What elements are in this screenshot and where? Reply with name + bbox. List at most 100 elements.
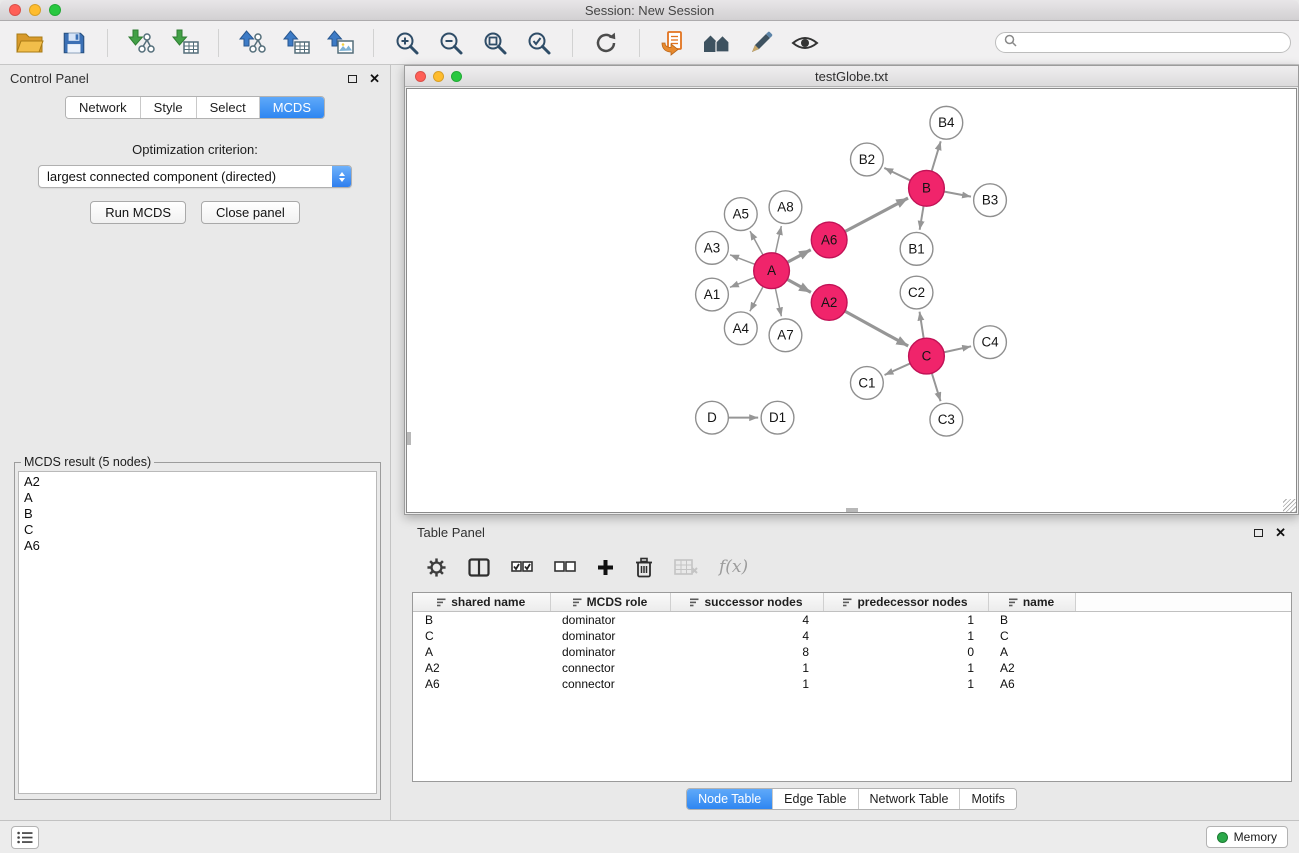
export-table-button[interactable] xyxy=(278,26,314,60)
network-window[interactable]: testGlobe.txt B4 B2 B B3 A8 A5 A6 A3 B1 A C2 A1 A2 A4… xyxy=(404,65,1299,515)
graph-node-B1[interactable]: B1 xyxy=(900,232,933,265)
mcds-result-item[interactable]: A6 xyxy=(24,538,371,554)
graph-node-D1[interactable]: D1 xyxy=(761,401,794,434)
graph-node-A1[interactable]: A1 xyxy=(696,278,729,311)
cell[interactable]: 0 xyxy=(823,644,988,660)
cell[interactable]: connector xyxy=(550,676,670,692)
column-header-name[interactable]: name xyxy=(988,593,1075,611)
import-network-button[interactable] xyxy=(123,26,159,60)
network-close-button[interactable] xyxy=(415,71,426,82)
column-header-MCDS-role[interactable]: MCDS role xyxy=(550,593,670,611)
open-session-button[interactable] xyxy=(12,26,48,60)
cell[interactable]: dominator xyxy=(550,611,670,628)
graph-edge-A-A6[interactable] xyxy=(786,250,810,263)
cell[interactable]: A xyxy=(988,644,1075,660)
zoom-window-button[interactable] xyxy=(49,4,61,16)
graph-node-C3[interactable]: C3 xyxy=(930,403,963,436)
network-canvas[interactable]: B4B2BB3A8A5A6A3B1AC2A1A2A4A7C4CC1DD1C3 xyxy=(406,88,1297,513)
graph-node-A5[interactable]: A5 xyxy=(724,198,757,231)
graph-edge-C-C1[interactable] xyxy=(885,363,912,375)
cell[interactable]: connector xyxy=(550,660,670,676)
control-tab-network[interactable]: Network xyxy=(66,97,141,118)
close-panel-icon[interactable]: ✕ xyxy=(369,72,380,85)
show-hide-button[interactable] xyxy=(787,26,823,60)
graph-node-B2[interactable]: B2 xyxy=(851,143,884,176)
deselect-all-button[interactable] xyxy=(554,560,576,574)
graph-edge-A-A7[interactable] xyxy=(775,287,781,316)
table-tab-network-table[interactable]: Network Table xyxy=(859,789,961,809)
control-tab-mcds[interactable]: MCDS xyxy=(260,97,324,118)
task-history-button[interactable] xyxy=(11,826,39,849)
network-window-titlebar[interactable]: testGlobe.txt xyxy=(405,66,1298,87)
graph-node-A7[interactable]: A7 xyxy=(769,319,802,352)
cell[interactable]: dominator xyxy=(550,628,670,644)
home-button[interactable] xyxy=(699,26,735,60)
graph-node-B3[interactable]: B3 xyxy=(974,184,1007,217)
cell[interactable]: C xyxy=(413,628,550,644)
dropdown-stepper-icon[interactable] xyxy=(332,166,351,187)
annotation-button[interactable] xyxy=(743,26,779,60)
minimize-window-button[interactable] xyxy=(29,4,41,16)
graph-edge-A2-C[interactable] xyxy=(844,311,908,346)
graph-node-C1[interactable]: C1 xyxy=(851,367,884,400)
select-all-button[interactable] xyxy=(511,560,533,574)
table-row[interactable]: Cdominator41C xyxy=(413,628,1291,644)
graph-node-A[interactable]: A xyxy=(754,253,790,289)
graph-node-C2[interactable]: C2 xyxy=(900,276,933,309)
graph-node-B[interactable]: B xyxy=(909,170,945,206)
export-network-button[interactable] xyxy=(234,26,270,60)
network-zoom-button[interactable] xyxy=(451,71,462,82)
cell[interactable]: 4 xyxy=(670,628,823,644)
add-row-button[interactable] xyxy=(597,559,614,576)
control-tab-style[interactable]: Style xyxy=(141,97,197,118)
graph-node-A3[interactable]: A3 xyxy=(696,231,729,264)
cell[interactable]: 1 xyxy=(670,660,823,676)
graph-node-B4[interactable]: B4 xyxy=(930,106,963,139)
first-neighbors-button[interactable] xyxy=(655,26,691,60)
network-minimize-button[interactable] xyxy=(433,71,444,82)
graph-node-D[interactable]: D xyxy=(696,401,729,434)
table-settings-button[interactable] xyxy=(426,557,447,578)
cell[interactable]: A2 xyxy=(413,660,550,676)
cell[interactable]: A6 xyxy=(988,676,1075,692)
zoom-out-button[interactable] xyxy=(433,26,469,60)
graph-node-A6[interactable]: A6 xyxy=(811,222,847,258)
cell[interactable]: 1 xyxy=(823,676,988,692)
criterion-dropdown[interactable]: largest connected component (directed) xyxy=(38,165,352,188)
cell[interactable]: 4 xyxy=(670,611,823,628)
zoom-fit-button[interactable] xyxy=(477,26,513,60)
mcds-result-item[interactable]: A xyxy=(24,490,371,506)
cell[interactable]: C xyxy=(988,628,1075,644)
graph-edge-C-C4[interactable] xyxy=(943,346,971,352)
function-builder-button[interactable]: f(x) xyxy=(719,557,748,577)
import-table-button[interactable] xyxy=(167,26,203,60)
run-mcds-button[interactable]: Run MCDS xyxy=(90,201,186,224)
graph-edge-C-C2[interactable] xyxy=(920,312,924,340)
close-table-panel-icon[interactable]: ✕ xyxy=(1275,526,1286,539)
graph-node-A8[interactable]: A8 xyxy=(769,191,802,224)
delete-row-button[interactable] xyxy=(635,557,653,578)
export-image-button[interactable] xyxy=(322,26,358,60)
close-panel-button[interactable]: Close panel xyxy=(201,201,300,224)
save-session-button[interactable] xyxy=(56,26,92,60)
cell[interactable]: B xyxy=(413,611,550,628)
graph-edge-A-A2[interactable] xyxy=(786,279,811,293)
float-table-panel-icon[interactable] xyxy=(1254,529,1263,537)
table-row[interactable]: A6connector11A6 xyxy=(413,676,1291,692)
search-input[interactable] xyxy=(1022,36,1282,50)
graph-edge-C-C3[interactable] xyxy=(932,372,941,401)
control-tab-select[interactable]: Select xyxy=(197,97,260,118)
graph-node-A2[interactable]: A2 xyxy=(811,285,847,321)
network-graph[interactable]: B4B2BB3A8A5A6A3B1AC2A1A2A4A7C4CC1DD1C3 xyxy=(407,89,1296,512)
cell[interactable]: A6 xyxy=(413,676,550,692)
mcds-result-item[interactable]: A2 xyxy=(24,474,371,490)
mcds-result-list[interactable]: A2ABCA6 xyxy=(18,471,377,794)
memory-button[interactable]: Memory xyxy=(1206,826,1288,848)
table-row[interactable]: Bdominator41B xyxy=(413,611,1291,628)
graph-edge-A-A3[interactable] xyxy=(730,255,756,265)
graph-edge-B-B4[interactable] xyxy=(931,141,940,172)
cell[interactable]: dominator xyxy=(550,644,670,660)
graph-node-A4[interactable]: A4 xyxy=(724,312,757,345)
graph-edge-B-B1[interactable] xyxy=(920,205,924,230)
cell[interactable]: A xyxy=(413,644,550,660)
